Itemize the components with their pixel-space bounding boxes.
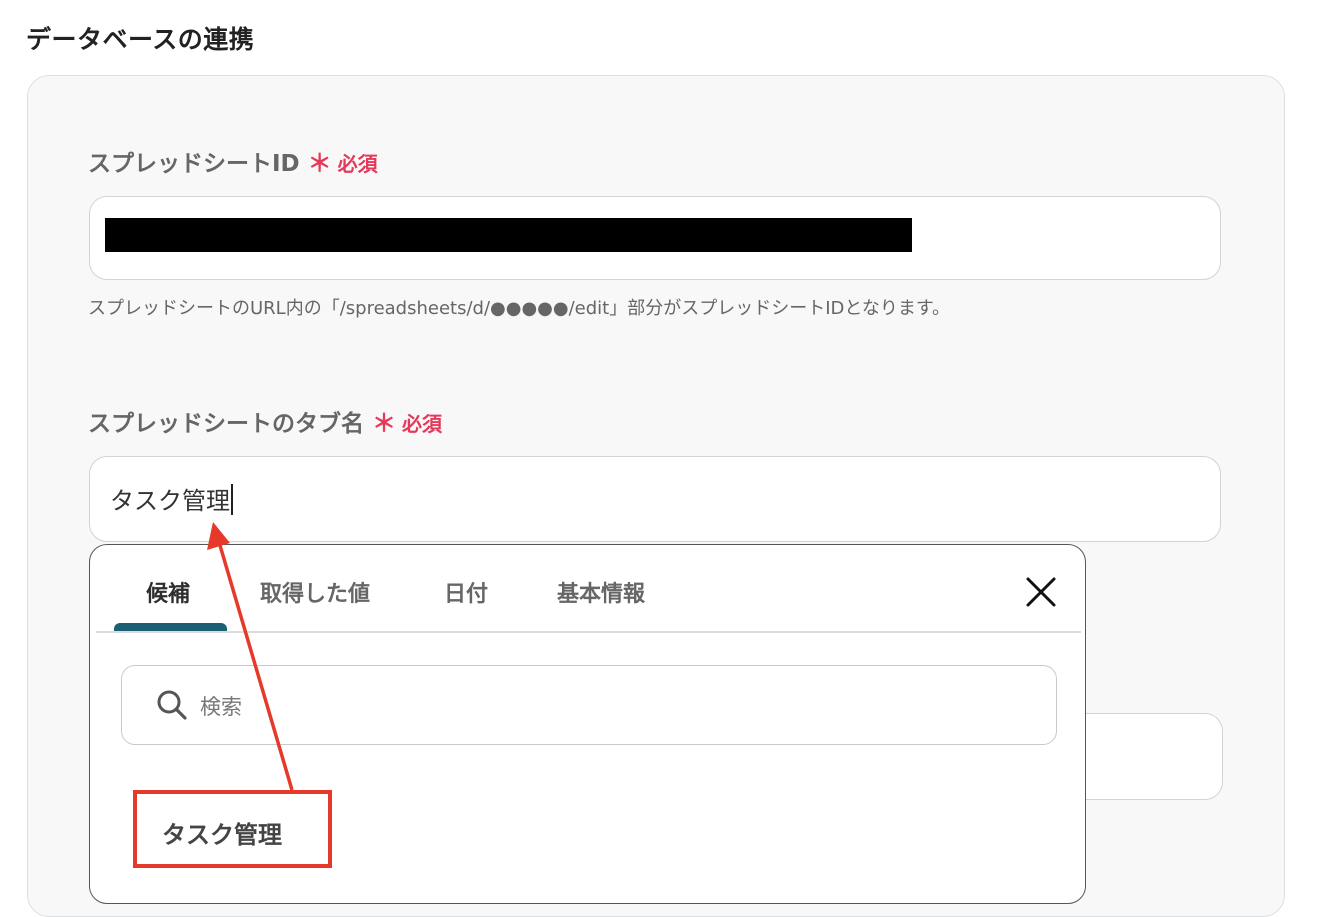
- close-button[interactable]: [1022, 573, 1060, 611]
- required-text: 必須: [337, 152, 378, 176]
- tab-date[interactable]: 日付: [444, 576, 488, 608]
- spreadsheet-id-label-text: スプレッドシートID: [88, 151, 300, 177]
- tab-basic-info[interactable]: 基本情報: [557, 576, 645, 608]
- tab-name-value-wrap: タスク管理: [110, 481, 233, 516]
- tab-name-value: タスク管理: [110, 487, 230, 515]
- search-box: [121, 665, 1057, 745]
- tab-divider: [96, 631, 1081, 633]
- required-badge: ＊ 必須: [308, 143, 378, 178]
- required-badge: ＊ 必須: [372, 403, 442, 438]
- highlight-box: [133, 790, 332, 868]
- tab-name-input[interactable]: タスク管理: [89, 456, 1221, 542]
- spreadsheet-id-hint: スプレッドシートのURL内の「/spreadsheets/d/●●●●●/edi…: [88, 298, 951, 319]
- tab-candidates[interactable]: 候補: [146, 576, 190, 608]
- search-icon: [157, 690, 187, 720]
- tab-name-label: スプレッドシートのタブ名 ＊ 必須: [88, 403, 442, 438]
- close-icon: [1026, 577, 1056, 607]
- spreadsheet-id-label: スプレッドシートID ＊ 必須: [88, 143, 378, 178]
- required-asterisk: ＊: [372, 409, 396, 437]
- search-input[interactable]: [198, 688, 1022, 726]
- text-caret: [231, 484, 233, 515]
- required-asterisk: ＊: [307, 149, 332, 177]
- spreadsheet-id-input[interactable]: [89, 196, 1221, 280]
- section-title: データベースの連携: [26, 25, 255, 54]
- required-text: 必須: [402, 412, 442, 436]
- active-tab-indicator: [114, 623, 227, 631]
- hidden-field-input[interactable]: [1080, 713, 1223, 800]
- redacted-value: [105, 218, 912, 252]
- tab-fetched-values[interactable]: 取得した値: [260, 576, 370, 608]
- tab-name-label-text: スプレッドシートのタブ名: [88, 411, 364, 437]
